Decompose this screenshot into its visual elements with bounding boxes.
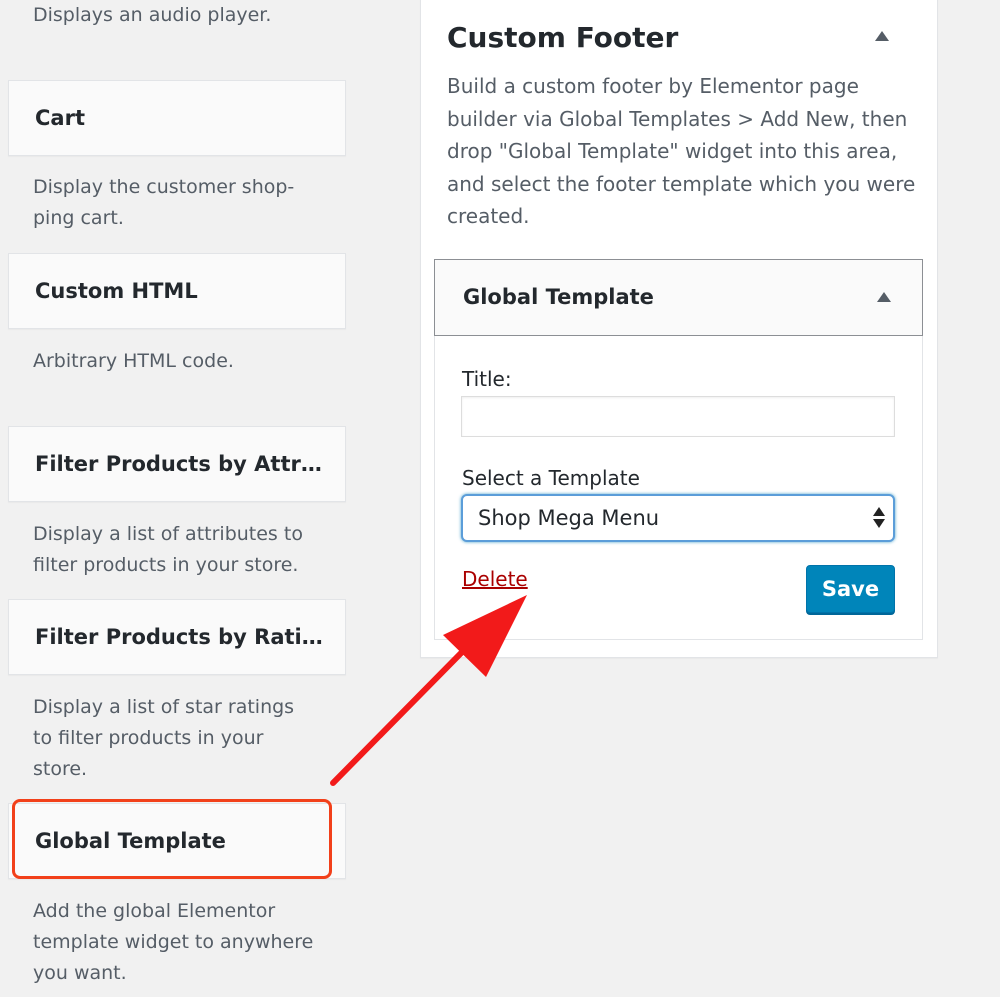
title-input[interactable] bbox=[461, 396, 895, 437]
template-select-label: Select a Template bbox=[462, 466, 640, 490]
select-updown-icon bbox=[873, 506, 885, 530]
sidebar-area-title[interactable]: Custom Footer bbox=[447, 20, 678, 56]
area-collapse-arrow-icon[interactable] bbox=[875, 31, 889, 41]
widget-description-filter-attribute: Display a list of attributes to filter p… bbox=[33, 523, 303, 576]
save-button[interactable]: Save bbox=[806, 565, 895, 613]
widget-description-custom-html: Arbitrary HTML code. bbox=[33, 350, 234, 372]
widget-tile-title: Global Template bbox=[35, 829, 226, 853]
widget-tile-global-template[interactable]: Global Template bbox=[8, 803, 346, 879]
widget-description-cart: Display the customer shop- ping cart. bbox=[33, 176, 295, 229]
widget-description-global-template: Add the global Elementor template widget… bbox=[33, 900, 314, 984]
widget-tile-filter-attribute[interactable]: Filter Products by Attrib… bbox=[8, 426, 346, 502]
template-select-value: Shop Mega Menu bbox=[478, 506, 660, 530]
widget-tile-title: Cart bbox=[35, 106, 85, 130]
audio-widget-description: Displays an audio player. bbox=[33, 4, 272, 26]
widget-panel-title: Global Template bbox=[463, 285, 654, 309]
sidebar-area-description: Build a custom footer by Elementor page … bbox=[447, 74, 916, 228]
widget-tile-cart[interactable]: Cart bbox=[8, 80, 346, 156]
widget-tile-title: Filter Products by Attrib… bbox=[35, 452, 325, 476]
widget-collapse-arrow-icon[interactable] bbox=[877, 292, 891, 302]
widget-tile-title: Filter Products by Rating bbox=[35, 625, 325, 649]
widget-tile-title: Custom HTML bbox=[35, 279, 198, 303]
title-field-label: Title: bbox=[462, 367, 512, 391]
widget-description-filter-rating: Display a list of star ratings to filter… bbox=[33, 696, 295, 780]
widget-panel-header[interactable]: Global Template bbox=[434, 259, 923, 336]
template-select[interactable]: Shop Mega Menu bbox=[461, 494, 895, 542]
widget-tile-custom-html[interactable]: Custom HTML bbox=[8, 253, 346, 329]
delete-link[interactable]: Delete bbox=[462, 566, 528, 592]
widget-tile-filter-rating[interactable]: Filter Products by Rating bbox=[8, 599, 346, 675]
